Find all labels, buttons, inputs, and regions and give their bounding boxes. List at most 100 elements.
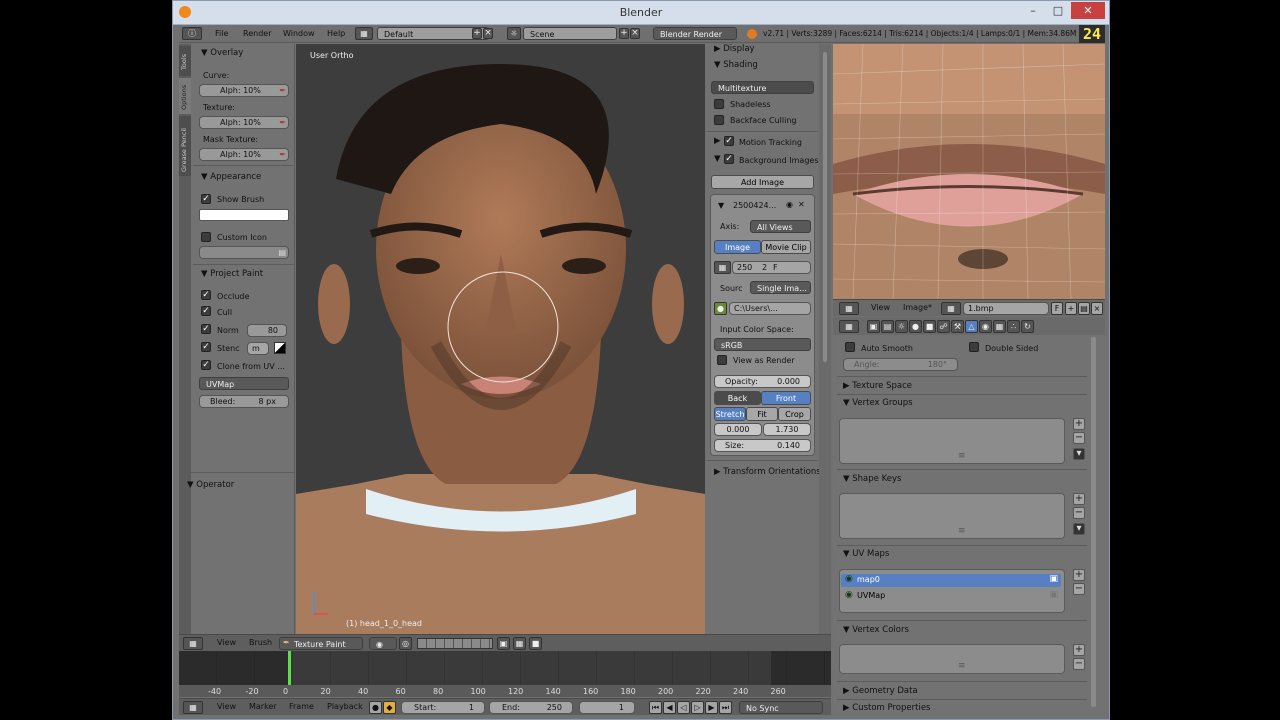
transform-orientations-panel-header[interactable]: ▶ Transform Orientations — [714, 467, 821, 477]
layout-add-icon[interactable]: + — [472, 28, 482, 39]
eyedropper-icon[interactable]: ✒ — [279, 85, 286, 97]
backface-culling-checkbox[interactable] — [714, 115, 724, 125]
render-engine-select[interactable]: Blender Render — [653, 27, 737, 40]
jump-end-icon[interactable]: ⏭ — [719, 701, 732, 714]
geometry-data-panel-header[interactable]: ▶ Geometry Data — [843, 686, 918, 696]
eyedropper-icon[interactable]: ✒ — [279, 117, 286, 129]
object-tab-icon[interactable]: ■ — [923, 320, 936, 333]
render-preview-icon[interactable]: ▦ — [513, 637, 526, 650]
timeline[interactable] — [179, 651, 831, 685]
appearance-panel-header[interactable]: ▼ Appearance — [201, 172, 261, 182]
timeline-menu-frame[interactable]: Frame — [289, 702, 314, 711]
uv-maps-panel-header[interactable]: ▼ UV Maps — [843, 549, 889, 559]
uvmap-select[interactable]: UVMap — [199, 377, 289, 390]
sync-mode-select[interactable]: No Sync — [739, 701, 823, 714]
front-button[interactable]: Front — [761, 391, 811, 405]
image-browse-icon[interactable]: ▦ — [941, 302, 961, 315]
normal-checkbox[interactable]: ✓ — [201, 324, 211, 334]
editor-type-icon[interactable]: ▦ — [839, 302, 859, 315]
project-paint-panel-header[interactable]: ▼ Project Paint — [201, 269, 263, 279]
new-image-icon[interactable]: + — [1065, 302, 1077, 315]
close-button[interactable]: ✕ — [1071, 2, 1105, 19]
play-reverse-icon[interactable]: ◁ — [677, 701, 690, 714]
shape-key-menu-button[interactable]: ▾ — [1073, 523, 1085, 535]
remove-image-icon[interactable]: ✕ — [798, 200, 805, 209]
uv-map-remove-button[interactable]: − — [1073, 583, 1085, 595]
fit-button[interactable]: Fit — [746, 407, 778, 421]
source-select[interactable]: Single Ima... — [750, 281, 811, 294]
fake-user-toggle[interactable]: F — [1051, 302, 1063, 315]
editor-type-icon[interactable]: ⓘ — [182, 27, 202, 40]
uv-menu-image[interactable]: Image* — [903, 303, 932, 312]
tab-options[interactable]: Options — [179, 78, 191, 114]
timeline-menu-view[interactable]: View — [217, 702, 236, 711]
vertex-color-remove-button[interactable]: − — [1073, 658, 1085, 670]
start-frame-field[interactable]: Start: 1 — [401, 701, 485, 714]
play-icon[interactable]: ▷ — [691, 701, 704, 714]
stencil-color-swatch[interactable] — [274, 342, 286, 354]
auto-smooth-checkbox[interactable] — [845, 342, 855, 352]
editor-type-icon[interactable]: ▦ — [183, 637, 203, 650]
texture-alpha-field[interactable]: Alph: 10% ✒ — [199, 116, 289, 129]
vertex-groups-panel-header[interactable]: ▼ Vertex Groups — [843, 398, 913, 408]
editor-type-icon[interactable]: ▦ — [839, 320, 859, 333]
shading-mode-select[interactable]: Multitexture — [711, 81, 814, 94]
material-tab-icon[interactable]: ◉ — [979, 320, 992, 333]
view-as-render-checkbox[interactable] — [717, 355, 727, 365]
offset-y-field[interactable]: 1.730 — [763, 423, 811, 436]
stretch-button[interactable]: Stretch — [714, 407, 746, 421]
current-frame-field[interactable]: 1 — [579, 701, 635, 714]
motion-tracking-panel-header[interactable]: ▶ — [714, 136, 721, 146]
background-images-checkbox[interactable]: ✓ — [724, 154, 734, 164]
uv-menu-view[interactable]: View — [871, 303, 890, 312]
eye-icon[interactable]: ◉ — [786, 200, 793, 209]
viewport-menu-brush[interactable]: Brush — [249, 638, 272, 647]
scene-select[interactable]: Scene — [523, 27, 617, 40]
back-button[interactable]: Back — [714, 391, 761, 405]
data-tab-icon[interactable]: △ — [965, 320, 978, 333]
current-frame-cursor[interactable] — [288, 651, 291, 685]
operator-panel-header[interactable]: ▼ Operator — [187, 480, 234, 490]
motion-tracking-checkbox[interactable]: ✓ — [724, 136, 734, 146]
maximize-button[interactable]: □ — [1046, 2, 1070, 19]
menu-window[interactable]: Window — [283, 29, 315, 38]
shape-key-remove-button[interactable]: − — [1073, 507, 1085, 519]
layout-remove-icon[interactable]: × — [483, 28, 493, 39]
size-field[interactable]: Size: 0.140 — [714, 439, 811, 452]
background-images-panel-header[interactable]: ▼ — [714, 154, 721, 164]
image-name-field[interactable]: 1.bmp — [963, 302, 1049, 315]
folder-icon[interactable]: ▤ — [278, 247, 286, 259]
open-image-icon[interactable]: ▤ — [1078, 302, 1090, 315]
brush-color-swatch[interactable] — [199, 209, 289, 221]
vertex-colors-panel-header[interactable]: ▼ Vertex Colors — [843, 625, 909, 635]
show-brush-checkbox[interactable]: ✓ — [201, 194, 211, 204]
property-editor-scrollbar[interactable] — [1091, 337, 1096, 707]
vertex-groups-list[interactable]: ≡ — [839, 418, 1065, 464]
tab-tools[interactable]: Tools — [179, 46, 191, 76]
timeline-menu-playback[interactable]: Playback — [327, 702, 363, 711]
clone-from-uv-checkbox[interactable]: ✓ — [201, 360, 211, 370]
vertex-color-add-button[interactable]: + — [1073, 644, 1085, 656]
uv-image-editor[interactable] — [833, 44, 1105, 299]
auto-smooth-angle-field[interactable]: Angle: 180° — [843, 358, 958, 371]
3d-viewport[interactable]: User Ortho (1) head_1_0_head — [296, 44, 705, 634]
offset-x-field[interactable]: 0.000 — [714, 423, 762, 436]
tab-movie-clip-source[interactable]: Movie Clip — [761, 240, 811, 254]
viewport-menu-view[interactable]: View — [217, 638, 236, 647]
prev-keyframe-icon[interactable]: ◀ — [663, 701, 676, 714]
jump-start-icon[interactable]: ⏮ — [649, 701, 662, 714]
custom-properties-panel-header[interactable]: ▶ Custom Properties — [843, 703, 930, 713]
image-path-field[interactable]: C:\Users\... — [729, 302, 811, 315]
tab-grease-pencil[interactable]: Grease Pencil — [179, 116, 191, 176]
tab-image-source[interactable]: Image — [714, 240, 761, 254]
interaction-mode-select[interactable]: Texture Paint — [279, 637, 363, 650]
unlink-image-icon[interactable]: × — [1091, 302, 1103, 315]
scene-tab-icon[interactable]: ☼ — [895, 320, 908, 333]
add-image-button[interactable]: Add Image — [711, 175, 814, 189]
curve-alpha-field[interactable]: Alph: 10% ✒ — [199, 84, 289, 97]
texture-tab-icon[interactable]: ▦ — [993, 320, 1006, 333]
vertex-group-add-button[interactable]: + — [1073, 418, 1085, 430]
cull-checkbox[interactable]: ✓ — [201, 306, 211, 316]
timeline-ruler[interactable]: -40 -20 0 20 40 60 80 100 120 140 160 180 200 220 240 2… — [179, 685, 831, 697]
record-icon[interactable]: ● — [369, 701, 382, 714]
